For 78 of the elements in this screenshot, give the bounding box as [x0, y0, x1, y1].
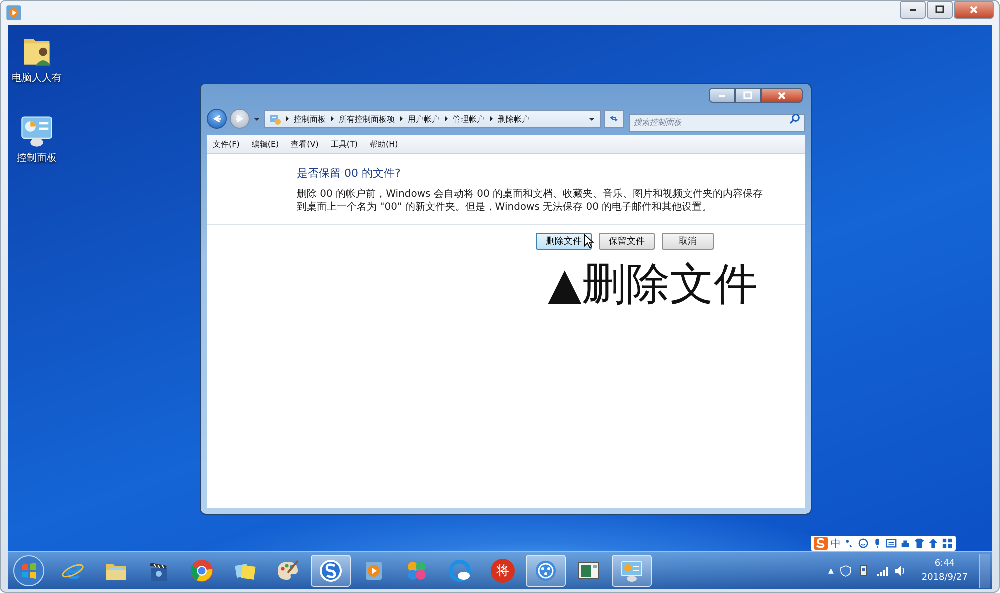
forward-arrow-icon — [234, 113, 246, 125]
taskbar-item[interactable] — [311, 554, 351, 586]
breadcrumb-item[interactable]: 用户帐户 — [408, 114, 440, 124]
arrow-up-icon[interactable] — [928, 538, 939, 549]
close-button[interactable] — [954, 1, 994, 19]
date-text: 2018/9/27 — [922, 572, 968, 582]
film-reel-icon — [534, 558, 558, 582]
annotation-text: ▲删除文件 — [548, 258, 758, 312]
maximize-icon — [742, 90, 754, 102]
breadcrumb-item[interactable]: 删除帐户 — [498, 114, 530, 124]
s-logo-icon — [319, 558, 343, 582]
breadcrumb-arrow-icon[interactable] — [490, 116, 493, 122]
back-button[interactable] — [207, 109, 227, 129]
menu-item[interactable]: 编辑(E) — [252, 138, 280, 150]
paint-palette-icon — [276, 558, 300, 582]
start-button[interactable] — [13, 554, 45, 586]
menu-item[interactable]: 查看(V) — [291, 138, 319, 150]
signal-icon[interactable] — [876, 564, 888, 576]
browser-circle-icon — [190, 558, 214, 582]
ime-mode-toggle[interactable]: 中 — [831, 536, 841, 550]
search-field[interactable]: 搜索控制面板 — [629, 114, 805, 132]
search-icon[interactable] — [789, 113, 801, 125]
breadcrumb-item[interactable]: 管理帐户 — [453, 114, 485, 124]
control-panel-icon — [269, 113, 281, 125]
minimize-button[interactable] — [709, 88, 735, 103]
dialog-heading: 是否保留 00 的文件? — [297, 166, 402, 181]
minimize-icon — [719, 94, 725, 96]
menu-item[interactable]: 工具(T) — [330, 138, 358, 150]
minimize-button[interactable] — [900, 1, 926, 19]
taskbar-item[interactable]: 将 — [483, 554, 523, 586]
breadcrumb-arrow-icon[interactable] — [400, 116, 403, 122]
close-icon — [968, 4, 980, 16]
breadcrumb-arrow-icon[interactable] — [445, 116, 448, 122]
desktop-icon[interactable]: 控制面板 — [8, 113, 67, 165]
close-button[interactable] — [761, 88, 803, 103]
maximize-icon — [934, 4, 946, 16]
delete-files-button[interactable]: 删除文件 — [536, 233, 592, 250]
shirt-icon[interactable] — [914, 538, 925, 549]
forward-button[interactable] — [230, 109, 250, 129]
keep-files-button[interactable]: 保留文件 — [599, 233, 655, 250]
maximize-button[interactable] — [927, 1, 953, 19]
menu-item[interactable]: 文件(F) — [213, 138, 240, 150]
taskbar-item[interactable] — [526, 554, 566, 586]
toolbox-icon[interactable] — [900, 538, 911, 549]
refresh-icon — [608, 113, 620, 125]
maximize-button[interactable] — [735, 88, 761, 103]
shield-icon[interactable] — [840, 564, 852, 576]
breadcrumb-arrow-icon[interactable] — [331, 116, 334, 122]
close-icon — [776, 90, 788, 102]
breadcrumb-item[interactable]: 所有控制面板项 — [339, 114, 395, 124]
keyboard-icon[interactable] — [886, 538, 897, 549]
time-text: 6:44 — [934, 558, 956, 568]
dropdown-arrow-icon[interactable] — [588, 115, 596, 123]
back-arrow-icon — [211, 113, 223, 125]
ime-logo-icon[interactable] — [814, 537, 828, 550]
description-text: 删除 00 的帐户前，Windows 会自动将 00 的桌面和文档、收藏夹、音乐、图片和视频文件夹的内容保存到桌面上一个名为 "00" 的新文件夹。但是，Windows 无法保存 00 的电子邮件和其他设置。 — [297, 188, 764, 214]
speaker-icon[interactable] — [894, 564, 906, 576]
refresh-button[interactable] — [604, 110, 624, 128]
show-desktop-button[interactable] — [979, 554, 990, 588]
taskbar-item[interactable] — [612, 554, 652, 586]
breadcrumb-item[interactable]: 控制面板 — [294, 114, 326, 124]
app-badge-icon: 将 — [491, 558, 515, 582]
emoji-icon[interactable] — [858, 538, 869, 549]
menu-item[interactable]: 帮助(H) — [370, 138, 398, 150]
desktop-icon[interactable]: 电脑人人有 — [8, 33, 67, 85]
minimize-icon — [910, 9, 916, 11]
cloud-ring-icon — [448, 558, 472, 582]
cancel-button[interactable]: 取消 — [662, 233, 714, 250]
device-icon[interactable] — [858, 564, 870, 576]
grid-icon[interactable] — [942, 538, 953, 549]
cursor-icon — [584, 234, 594, 249]
address-bar[interactable]: 控制面板 所有控制面板项 用户帐户 管理帐户 删除帐户 — [264, 110, 601, 128]
clock[interactable]: 6:44 2018/9/27 — [922, 558, 968, 582]
control-panel-icon — [620, 558, 644, 582]
breadcrumb-arrow-icon[interactable] — [286, 116, 289, 122]
dropdown-arrow-icon[interactable] — [253, 115, 261, 123]
punctuation-icon[interactable] — [844, 538, 855, 549]
app-icon — [6, 5, 22, 21]
